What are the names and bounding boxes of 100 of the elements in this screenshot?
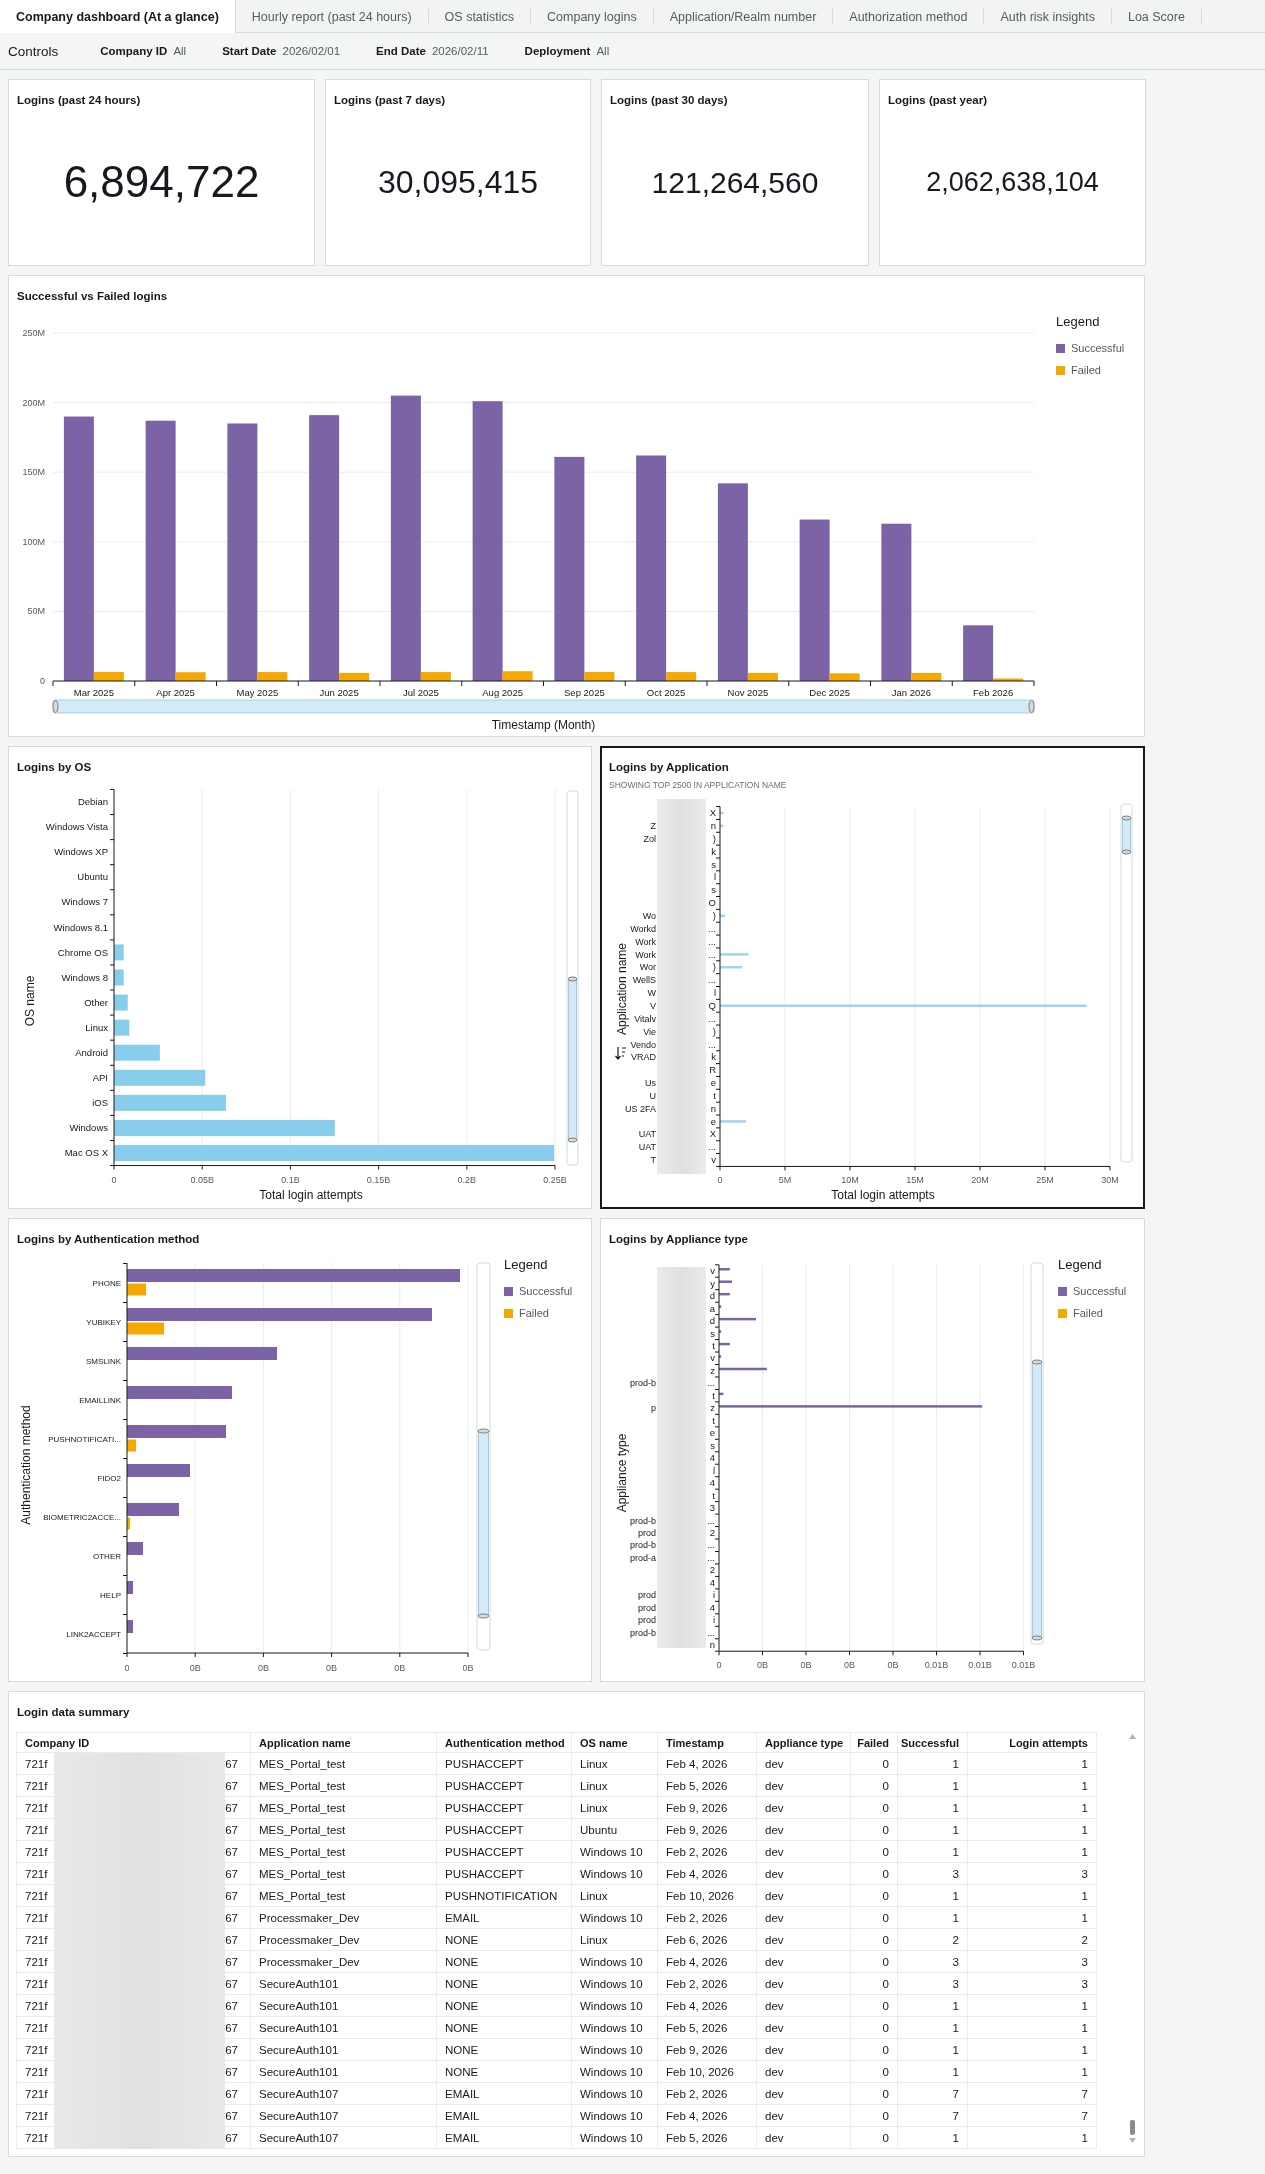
tab[interactable]: Application/Realm number [653, 0, 834, 33]
axis-category-label: ... [707, 1377, 715, 1389]
table-cell: Feb 10, 2026 [658, 2061, 757, 2083]
scroll-up-icon[interactable] [1129, 1734, 1136, 1739]
axis-category-label: Ubuntu [77, 871, 108, 883]
axis-tick-label: 0.15B [366, 1175, 391, 1185]
legend-label: Failed [1071, 364, 1101, 376]
table-cell: MES_Portal_test [251, 1775, 437, 1797]
id-fragment: 721f [25, 2087, 48, 2100]
kpi-value: 121,264,560 [651, 166, 819, 199]
table-cell: 0 [851, 2061, 898, 2083]
tab[interactable]: Hourly report (past 24 hours) [235, 0, 429, 33]
column-header[interactable]: Login attempts [968, 1733, 1097, 1753]
table-cell: Linux [572, 1885, 658, 1907]
column-header[interactable]: OS name [572, 1733, 658, 1753]
axis-category-label: prod-a [630, 1552, 656, 1563]
axis-category-label: Other [84, 996, 108, 1008]
axis-title: OS name [23, 975, 37, 1027]
column-header[interactable]: Successful [898, 1733, 968, 1753]
axis-tick-label: 20M [971, 1175, 989, 1185]
axis-tick-label: 5M [778, 1175, 792, 1185]
column-header[interactable]: Failed [851, 1733, 898, 1753]
table-cell: NONE [437, 2039, 572, 2061]
id-fragment: 721f [25, 1911, 48, 1924]
axis-category-label: ... [707, 1551, 715, 1563]
table-cell: 0 [851, 2039, 898, 2061]
axis-category-label: a [709, 1302, 715, 1314]
table-cell: PUSHACCEPT [437, 1863, 572, 1885]
table-cell: PUSHNOTIFICATION [437, 1885, 572, 1907]
table-cell: dev [757, 1753, 851, 1775]
table-cell: 2 [898, 1929, 968, 1951]
tab[interactable]: Loa Score [1111, 0, 1202, 33]
table-cell: dev [757, 2127, 851, 2149]
table-cell: 0 [851, 1775, 898, 1797]
axis-category-label: e [710, 1115, 716, 1127]
axis-category-label: Us [645, 1078, 656, 1089]
filter-value[interactable]: All [173, 45, 187, 57]
id-fragment: 721f [25, 1977, 48, 1990]
id-fragment: 67 [225, 1867, 238, 1880]
scrollbar-thumb[interactable] [1130, 2120, 1135, 2135]
axis-tick-label: 0 [716, 1660, 722, 1670]
tab[interactable]: Company logins [531, 0, 654, 33]
table-cell: 1 [898, 1797, 968, 1819]
scrollbar[interactable] [476, 1262, 491, 1651]
column-header[interactable]: Authentication method [437, 1733, 572, 1753]
bar [719, 1280, 733, 1283]
axis-category-label: Windows [69, 1122, 108, 1134]
axis-category-label: ... [708, 974, 716, 986]
axis-category-label: prod [638, 1602, 656, 1613]
axis-tick-label: 25M [1036, 1175, 1054, 1185]
table-cell: MES_Portal_test [251, 1819, 437, 1841]
id-fragment: 67 [225, 1977, 238, 1990]
sort-icon[interactable] [614, 1046, 627, 1060]
column-header[interactable]: Application name [251, 1733, 437, 1753]
scrollbar[interactable] [1030, 1262, 1044, 1645]
axis-category-label: Vie [643, 1026, 656, 1037]
table-cell: Processmaker_Dev [251, 1929, 437, 1951]
table-cell: MES_Portal_test [251, 1841, 437, 1863]
table-cell: SecureAuth107 [251, 2083, 437, 2105]
axis-tick-label: 0.05B [190, 1175, 214, 1185]
filter-value[interactable]: All [596, 45, 610, 57]
table-cell: PUSHACCEPT [437, 1797, 572, 1819]
column-header[interactable]: Timestamp [658, 1733, 757, 1753]
axis-category-label: n [710, 820, 716, 832]
axis-category-label: API [92, 1072, 108, 1083]
table-cell: SecureAuth101 [251, 2061, 437, 2083]
tab[interactable]: Auth risk insights [984, 0, 1112, 33]
table-cell: 1 [968, 2127, 1097, 2149]
axis-category-label: ) [712, 910, 716, 921]
filter-value[interactable]: 2026/02/11 [431, 45, 489, 57]
axis-category-label: W [647, 988, 656, 999]
tab[interactable]: Company dashboard (At a glance) [0, 0, 236, 33]
table-cell: dev [757, 1929, 851, 1951]
scroll-down-icon[interactable] [1129, 2138, 1136, 2143]
filter-label: End Date [376, 45, 426, 57]
axis-title: Timestamp (Month) [491, 718, 596, 732]
axis-title: Total login attempts [831, 1188, 935, 1202]
id-fragment: 721f [25, 1999, 48, 2012]
tab[interactable]: OS statistics [428, 0, 532, 33]
table-cell: NONE [437, 2017, 572, 2039]
range-slider[interactable] [52, 699, 1035, 714]
column-header[interactable]: Appliance type [757, 1733, 851, 1753]
axis-category-label: s [711, 884, 716, 896]
table-cell: dev [757, 1885, 851, 1907]
tab[interactable]: Authorization method [833, 0, 985, 33]
table-cell: 1 [898, 1995, 968, 2017]
table-cell: Feb 5, 2026 [658, 1775, 757, 1797]
id-fragment: 721f [25, 2131, 48, 2144]
id-fragment: 67 [225, 1823, 238, 1836]
bar [127, 1464, 190, 1477]
scrollbar[interactable] [1120, 803, 1133, 1163]
filter-value[interactable]: 2026/02/01 [282, 45, 341, 57]
scrollbar[interactable] [566, 790, 579, 1166]
axis-tick-label: 0.25B [543, 1175, 567, 1185]
axis-category-label: i [712, 1614, 715, 1626]
table-cell: Windows 10 [572, 2039, 658, 2061]
table-cell: 1 [898, 1841, 968, 1863]
axis-category-label: EMAILLINK [79, 1396, 121, 1405]
axis-category-label: Sep 2025 [564, 687, 605, 698]
table-cell: Feb 9, 2026 [658, 2039, 757, 2061]
